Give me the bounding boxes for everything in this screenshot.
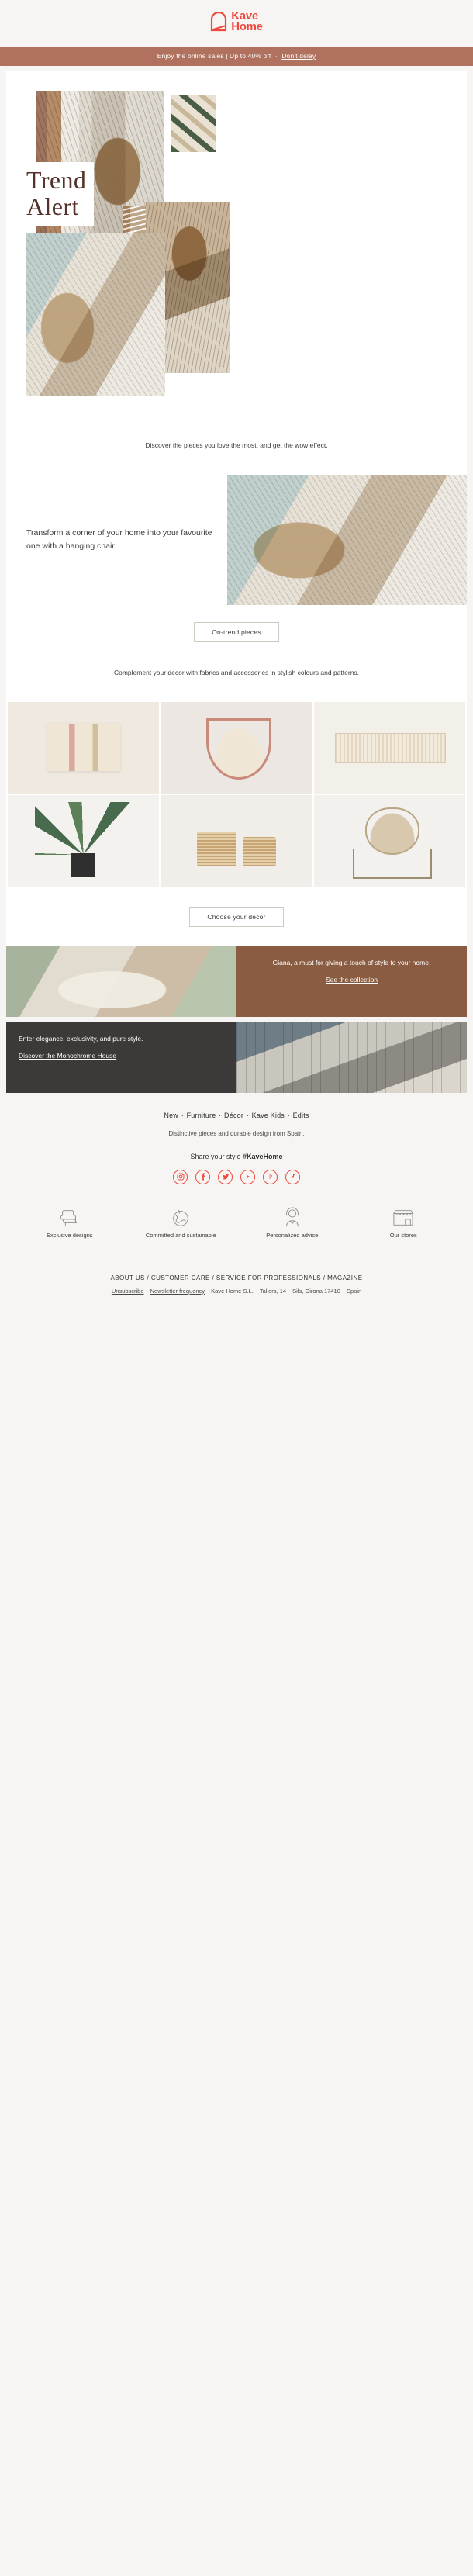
- panel-copy: Enter elegance, exclusivity, and pure st…: [6, 1021, 236, 1093]
- product-cell-woven-rug[interactable]: [313, 701, 465, 794]
- discover-monochrome-house-link[interactable]: Discover the Monochrome House: [19, 1052, 116, 1060]
- legal-sep-3: /: [323, 1274, 326, 1281]
- legal-link-about-us[interactable]: ABOUT US: [110, 1274, 144, 1281]
- feature-label: Our stores: [389, 1231, 417, 1239]
- footer-nav-new[interactable]: New: [164, 1112, 178, 1119]
- on-trend-pieces-button[interactable]: On-trend pieces: [194, 621, 279, 642]
- legal-sep-1: /: [147, 1274, 150, 1281]
- kave-home-logo[interactable]: Kave Home: [210, 10, 263, 33]
- tiktok-icon[interactable]: [285, 1169, 300, 1184]
- product-cell-pink-hanging-chair[interactable]: [161, 701, 312, 794]
- nav-sep-3: ·: [246, 1111, 249, 1119]
- feature-text: Transform a corner of your home into you…: [26, 527, 212, 551]
- legal-sep-2: /: [212, 1274, 215, 1281]
- svg-text:P: P: [268, 1174, 271, 1181]
- panel-copy: Giana, a must for giving a touch of styl…: [236, 945, 467, 1017]
- legal-nav: ABOUT US / CUSTOMER CARE / SERVICE FOR P…: [0, 1260, 473, 1288]
- armchair-icon: [14, 1205, 126, 1231]
- logo-text-line2: Home: [231, 19, 263, 33]
- hero-title-line2: Alert: [26, 192, 79, 221]
- youtube-icon[interactable]: [240, 1169, 255, 1184]
- giana-panel-text: Giana, a must for giving a touch of styl…: [272, 958, 431, 966]
- email-page: Kave Home Enjoy the online sales | Up to…: [0, 0, 473, 1312]
- share-hashtag: #KaveHome: [243, 1152, 283, 1160]
- promo-link[interactable]: Don't delay: [281, 52, 316, 60]
- share-label: Share your style: [190, 1152, 241, 1160]
- promo-text: Enjoy the online sales | Up to 40% off: [157, 51, 271, 60]
- storefront-icon: [348, 1205, 460, 1231]
- globe-leaf-icon: [126, 1205, 237, 1231]
- legal-link-service-professionals[interactable]: SERVICE FOR PROFESSIONALS: [216, 1274, 321, 1281]
- feature-image-hanging-chair-interior-scene: [227, 474, 467, 605]
- feature-label: Exclusive designs: [46, 1231, 93, 1239]
- company-city: Sils, Girona 17410: [292, 1287, 340, 1295]
- feature-our-stores: Our stores: [348, 1205, 460, 1240]
- share-your-style: Share your style #KaveHome: [0, 1153, 473, 1170]
- feature-committed-sustainable: Committed and sustainable: [126, 1205, 237, 1240]
- pinterest-icon[interactable]: P: [263, 1169, 278, 1184]
- company-country: Spain: [346, 1287, 362, 1295]
- footer-nav-decor[interactable]: Décor: [224, 1112, 243, 1119]
- newsletter-frequency-link[interactable]: Newsletter frequency: [150, 1288, 205, 1295]
- product-cell-hanging-chair-with-frame[interactable]: [313, 794, 465, 887]
- product-cell-striped-cushion[interactable]: [8, 701, 160, 794]
- nav-sep-1: ·: [181, 1111, 184, 1119]
- hero-image-hanging-chair-terrace: [26, 233, 165, 396]
- feature-label: Committed and sustainable: [145, 1231, 216, 1239]
- panel-image-monochrome-house-terrace: [236, 1021, 467, 1093]
- nav-sep-4: ·: [287, 1111, 290, 1119]
- panel-image-giana-outdoor-lounge: [6, 945, 236, 1017]
- brand-header: Kave Home: [0, 0, 473, 47]
- promo-separator: ·: [274, 51, 278, 60]
- choose-decor-cta-wrap: Choose your decor: [6, 887, 467, 946]
- social-links: P: [0, 1169, 473, 1205]
- decor-text: Complement your decor with fabrics and a…: [113, 668, 360, 676]
- footer: New · Furniture · Décor · Kave Kids · Ed…: [0, 1092, 473, 1312]
- footer-tagline: Distinctive pieces and durable design fr…: [168, 1129, 305, 1137]
- product-cell-potted-palm-plant[interactable]: [8, 794, 160, 887]
- footer-nav-edits[interactable]: Edits: [293, 1112, 309, 1119]
- company-address: Tallers, 14: [259, 1287, 287, 1295]
- nav-sep-2: ·: [219, 1111, 222, 1119]
- product-grid: [6, 701, 467, 887]
- legal-link-magazine[interactable]: MAGAZINE: [327, 1274, 362, 1281]
- hero-title: Trend Alert: [23, 161, 95, 226]
- legal-meta: Unsubscribe Newsletter frequency Kave Ho…: [0, 1288, 473, 1312]
- hero-collage: Trend Alert: [6, 70, 467, 420]
- promo-banner[interactable]: Enjoy the online sales | Up to 40% off ·…: [0, 46, 473, 66]
- hero-title-line1: Trend: [26, 165, 87, 194]
- feature-personalized-advice: Personalized advice: [236, 1205, 348, 1240]
- monochrome-house-panel[interactable]: Enter elegance, exclusivity, and pure st…: [6, 1021, 467, 1093]
- feature-block: Transform a corner of your home into you…: [6, 474, 467, 605]
- feature-label: Personalized advice: [266, 1231, 319, 1239]
- arch-logo-icon: [210, 11, 227, 32]
- headset-agent-icon: [236, 1205, 348, 1231]
- see-the-collection-link[interactable]: See the collection: [326, 976, 378, 984]
- on-trend-cta-wrap: On-trend pieces: [6, 605, 467, 647]
- choose-your-decor-button[interactable]: Choose your decor: [189, 906, 284, 927]
- monochrome-panel-text: Enter elegance, exclusivity, and pure st…: [19, 1034, 143, 1043]
- legal-link-customer-care[interactable]: CUSTOMER CARE: [151, 1274, 210, 1281]
- intro-text: Discover the pieces you love the most, a…: [145, 441, 328, 449]
- instagram-icon[interactable]: [173, 1169, 188, 1184]
- footer-nav-kave-kids[interactable]: Kave Kids: [252, 1112, 285, 1119]
- giana-collection-panel[interactable]: Giana, a must for giving a touch of styl…: [6, 945, 467, 1017]
- unsubscribe-link[interactable]: Unsubscribe: [112, 1288, 144, 1295]
- footer-nav: New · Furniture · Décor · Kave Kids · Ed…: [0, 1112, 473, 1130]
- twitter-icon[interactable]: [218, 1169, 233, 1184]
- footer-nav-furniture[interactable]: Furniture: [187, 1112, 216, 1119]
- feature-icons-row: Exclusive designs Committed and sustaina…: [0, 1205, 473, 1260]
- hero-image-green-leaf-pattern-swatch: [171, 95, 216, 152]
- company-name: Kave Home S.L.: [211, 1287, 254, 1295]
- content-card: Trend Alert Discover the pieces you love…: [6, 70, 467, 946]
- feature-exclusive-designs: Exclusive designs: [14, 1205, 126, 1240]
- facebook-icon[interactable]: [195, 1169, 210, 1184]
- product-cell-woven-baskets[interactable]: [161, 794, 312, 887]
